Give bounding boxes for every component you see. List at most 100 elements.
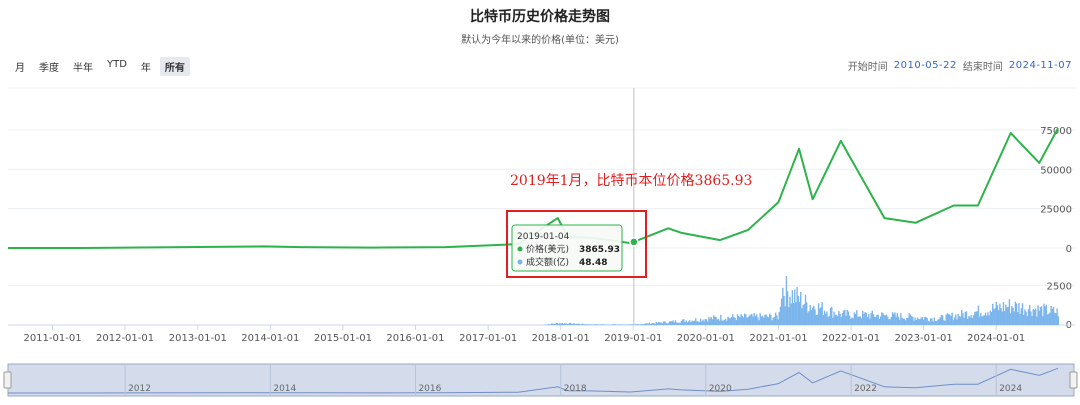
volume-bar bbox=[981, 316, 983, 325]
x-axis-tick-label: 2019-01-01 bbox=[604, 333, 662, 344]
volume-bar bbox=[970, 314, 972, 325]
volume-bar bbox=[704, 318, 707, 325]
volume-bar bbox=[659, 322, 661, 325]
volume-bar bbox=[1050, 305, 1052, 325]
volume-bar bbox=[850, 318, 852, 325]
volume-bar bbox=[642, 324, 645, 325]
volume-bar bbox=[635, 324, 637, 325]
volume-bar bbox=[952, 320, 955, 325]
volume-bar bbox=[562, 323, 565, 325]
volume-bar bbox=[809, 305, 811, 325]
volume-bar bbox=[722, 320, 724, 325]
volume-bar bbox=[995, 301, 997, 325]
volume-bar bbox=[1056, 308, 1058, 325]
volume-bar bbox=[769, 313, 771, 325]
volume-dot-icon bbox=[517, 259, 523, 265]
volume-bar bbox=[844, 309, 846, 325]
volume-bar bbox=[692, 321, 695, 325]
volume-bar bbox=[885, 314, 888, 325]
volume-bar bbox=[891, 312, 894, 325]
volume-bar bbox=[1021, 303, 1024, 325]
volume-bar bbox=[994, 308, 996, 325]
volume-bar bbox=[854, 313, 857, 325]
navigator-year-label: 2022 bbox=[854, 384, 877, 394]
navigator-right-handle[interactable] bbox=[1069, 371, 1078, 389]
volume-bar bbox=[747, 317, 749, 325]
volume-bar bbox=[790, 303, 792, 325]
volume-bar bbox=[791, 290, 794, 325]
volume-bar bbox=[1037, 305, 1039, 325]
volume-bar bbox=[695, 318, 697, 325]
volume-bar bbox=[864, 312, 866, 325]
volume-bar bbox=[1028, 304, 1031, 325]
volume-bar bbox=[643, 323, 646, 325]
volume-bar bbox=[618, 324, 621, 325]
volume-bar bbox=[554, 323, 556, 325]
volume-bar bbox=[606, 324, 609, 325]
volume-bar bbox=[752, 316, 754, 325]
volume-bar bbox=[786, 291, 789, 325]
volume-bar bbox=[602, 324, 604, 325]
volume-bar bbox=[953, 317, 956, 325]
volume-bar bbox=[930, 318, 932, 325]
volume-bar bbox=[743, 313, 746, 325]
volume-bar bbox=[789, 296, 791, 325]
volume-axis-tick-label: 2500 bbox=[1047, 282, 1072, 293]
volume-bar bbox=[735, 320, 738, 325]
volume-bar bbox=[933, 317, 935, 325]
volume-bar bbox=[1046, 314, 1049, 325]
x-axis-tick-label: 2012-01-01 bbox=[96, 333, 154, 344]
volume-bar bbox=[656, 322, 659, 325]
navigator-left-handle[interactable] bbox=[3, 371, 12, 389]
volume-bar bbox=[696, 321, 698, 325]
volume-bar bbox=[910, 316, 913, 325]
x-axis-tick-label: 2013-01-01 bbox=[169, 333, 227, 344]
volume-bar bbox=[646, 323, 648, 325]
volume-bar bbox=[718, 320, 721, 325]
volume-bar bbox=[678, 322, 680, 325]
volume-bar bbox=[863, 313, 865, 325]
volume-bar bbox=[683, 319, 685, 325]
volume-bar bbox=[839, 314, 841, 325]
volume-bar bbox=[978, 316, 981, 325]
volume-bar bbox=[797, 295, 800, 325]
tooltip-price-value: 3865.93 bbox=[579, 245, 620, 255]
volume-bar bbox=[637, 324, 640, 325]
volume-bar bbox=[630, 324, 633, 325]
volume-bar bbox=[1034, 308, 1037, 325]
volume-bar bbox=[778, 311, 780, 325]
volume-bar bbox=[939, 317, 941, 325]
volume-bar bbox=[579, 324, 581, 325]
volume-bar bbox=[808, 311, 810, 325]
volume-bar bbox=[984, 312, 987, 325]
volume-bar bbox=[599, 324, 602, 325]
volume-bar bbox=[681, 319, 684, 325]
volume-bar bbox=[872, 314, 875, 325]
volume-bar bbox=[560, 323, 562, 325]
volume-bar bbox=[946, 313, 949, 325]
volume-bar bbox=[749, 314, 752, 325]
volume-bar bbox=[997, 310, 1000, 325]
volume-bar bbox=[705, 319, 708, 325]
volume-bar bbox=[703, 321, 705, 325]
price-chart[interactable]: 0250005000075000250002011-01-012012-01-0… bbox=[0, 0, 1080, 405]
volume-bar bbox=[548, 324, 550, 325]
volume-bar bbox=[1009, 313, 1012, 325]
volume-bar bbox=[898, 319, 901, 325]
volume-bar bbox=[622, 324, 624, 325]
volume-bar bbox=[1014, 301, 1017, 325]
volume-bar bbox=[664, 321, 666, 325]
volume-bar bbox=[840, 317, 842, 325]
volume-bar bbox=[890, 316, 893, 325]
volume-bar bbox=[728, 317, 730, 325]
volume-bar bbox=[569, 322, 572, 325]
volume-bar bbox=[587, 324, 590, 325]
volume-bar bbox=[572, 323, 574, 325]
volume-bar bbox=[551, 323, 554, 325]
volume-bar bbox=[943, 320, 945, 325]
volume-bar bbox=[1039, 306, 1042, 325]
volume-bar bbox=[909, 314, 912, 325]
volume-bar bbox=[912, 316, 914, 325]
volume-bar bbox=[567, 324, 569, 325]
volume-bar bbox=[670, 321, 672, 325]
